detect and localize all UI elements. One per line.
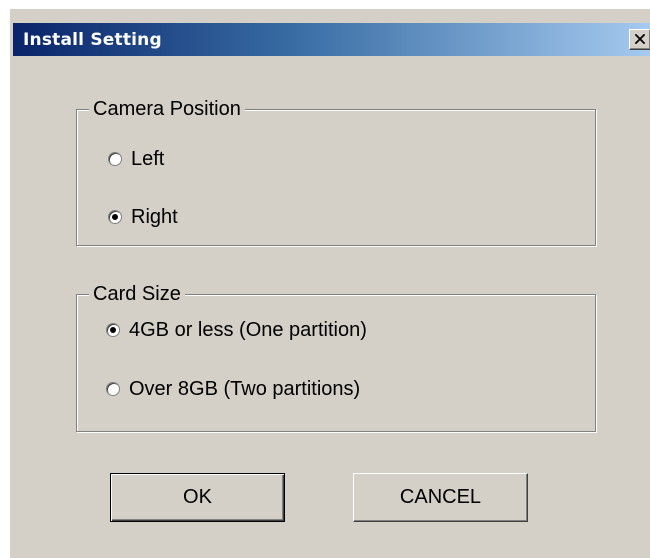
camera-position-group: Camera Position Left Right (76, 98, 596, 246)
radio-camera-left-circle[interactable] (108, 152, 122, 166)
card-size-group: Card Size 4GB or less (One partition) Ov… (76, 283, 596, 432)
radio-card-4gb-circle[interactable] (106, 323, 120, 337)
ok-button[interactable]: OK (110, 473, 285, 522)
window-title: Install Setting (23, 30, 162, 50)
radio-card-8gb-circle[interactable] (106, 382, 120, 396)
radio-camera-left-label: Left (131, 148, 165, 170)
radio-card-8gb[interactable]: Over 8GB (Two partitions) (106, 377, 360, 401)
camera-position-legend: Camera Position (89, 98, 245, 120)
close-button[interactable] (629, 29, 650, 50)
radio-camera-left[interactable]: Left (108, 147, 164, 171)
radio-card-4gb[interactable]: 4GB or less (One partition) (106, 318, 367, 342)
title-bar[interactable]: Install Setting (13, 23, 650, 56)
radio-camera-right-circle[interactable] (108, 210, 122, 224)
cancel-button[interactable]: CANCEL (353, 473, 528, 522)
card-size-legend: Card Size (89, 283, 185, 305)
radio-card-8gb-label: Over 8GB (Two partitions) (129, 378, 361, 400)
radio-camera-right-label: Right (131, 206, 178, 228)
radio-card-4gb-label: 4GB or less (One partition) (129, 319, 367, 341)
radio-camera-right[interactable]: Right (108, 205, 178, 229)
install-setting-dialog: Install Setting Camera Position Left Rig… (9, 8, 650, 558)
close-icon (635, 34, 645, 44)
